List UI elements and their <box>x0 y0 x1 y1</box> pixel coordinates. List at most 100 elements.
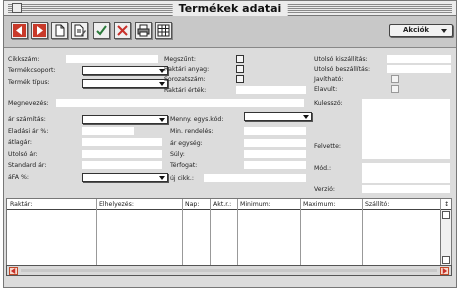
menny-egys-kod-label: Menny. egys.kód: <box>170 116 224 123</box>
min-rendeles-field[interactable] <box>244 127 306 135</box>
horizontal-scrollbar[interactable] <box>6 265 452 276</box>
chevron-down-icon <box>159 118 165 122</box>
table-view-button[interactable] <box>155 22 172 39</box>
utolso-kiszallitas-field[interactable] <box>387 55 451 63</box>
product-data-window: Termékek adatai Akciók Cikkszám: Termékc… <box>3 0 457 288</box>
utolso-ar-field[interactable] <box>82 150 162 158</box>
scroll-left-icon[interactable] <box>9 267 18 275</box>
terfogat-field[interactable] <box>244 161 306 169</box>
column-divider <box>300 199 301 265</box>
scroll-up-icon[interactable] <box>442 211 450 219</box>
new-document-button[interactable] <box>51 22 68 39</box>
col-sort-icon[interactable]: ↕ <box>444 201 449 208</box>
col-akt-r[interactable]: Akt.r.: <box>213 201 231 208</box>
grid-icon <box>157 24 170 37</box>
col-elhelyezes[interactable]: Elhelyezés: <box>99 201 134 208</box>
raktari-ertek-field[interactable] <box>236 86 306 94</box>
column-divider <box>362 199 363 265</box>
termek-tipus-select[interactable] <box>82 79 168 88</box>
menny-egys-kod-select[interactable] <box>244 112 312 121</box>
elavult-label: Elavult: <box>314 86 338 93</box>
cikkszam-label: Cikkszám: <box>8 56 40 63</box>
elavult-checkbox[interactable] <box>391 85 399 93</box>
megnevezes-field[interactable] <box>56 99 304 107</box>
prev-arrow-icon <box>13 24 26 37</box>
terfogat-label: Térfogat: <box>170 162 198 169</box>
col-szallito[interactable]: Szállító: <box>365 201 389 208</box>
suly-label: Súly: <box>170 151 185 158</box>
kulesszo-label: Kulesszó: <box>314 100 343 107</box>
check-icon <box>96 25 107 36</box>
raktari-anyag-label: Raktári anyag: <box>164 66 210 73</box>
scroll-down-icon[interactable] <box>442 256 450 264</box>
chevron-down-icon <box>441 29 447 33</box>
raktari-ertek-label: Raktári érték: <box>164 87 207 94</box>
termek-tipus-label: Termék típus: <box>8 79 50 86</box>
atlagar-label: átlagár: <box>8 139 32 146</box>
column-divider <box>182 199 183 265</box>
table-header: Raktár: Elhelyezés: Nap: Akt.r.: Minimum… <box>7 199 451 210</box>
afa-label: áFA %: <box>8 174 29 181</box>
delete-button[interactable] <box>114 22 131 39</box>
prev-record-button[interactable] <box>11 22 28 39</box>
chevron-down-icon <box>159 176 165 180</box>
col-raktar[interactable]: Raktár: <box>10 201 32 208</box>
scroll-right-icon[interactable] <box>440 267 449 275</box>
close-box[interactable] <box>12 3 22 13</box>
raktari-anyag-checkbox[interactable] <box>236 65 244 73</box>
termekcsoport-label: Termékcsoport: <box>8 67 56 74</box>
confirm-button[interactable] <box>93 22 110 39</box>
actions-dropdown[interactable]: Akciók <box>389 24 453 37</box>
verzio-label: Verzió: <box>314 186 335 193</box>
megszunt-label: Megszűnt: <box>164 56 196 63</box>
edit-icon <box>74 24 86 37</box>
print-icon <box>137 24 150 37</box>
sorozatszam-checkbox[interactable] <box>236 75 244 83</box>
javithato-label: Javítható: <box>314 76 344 83</box>
ar-szamitas-select[interactable] <box>82 115 168 124</box>
ar-szamitas-label: ár számítás: <box>8 116 46 123</box>
col-minimum[interactable]: Minimum: <box>240 201 271 208</box>
utolso-beszallitas-field[interactable] <box>387 65 451 73</box>
col-nap[interactable]: Nap: <box>185 201 199 208</box>
next-record-button[interactable] <box>31 22 48 39</box>
eladasi-ar-label: Eladási ár %: <box>8 128 49 135</box>
print-button[interactable] <box>135 22 152 39</box>
megszunt-checkbox[interactable] <box>236 55 244 63</box>
utolso-kiszallitas-label: Utolsó kiszállítás: <box>314 56 368 63</box>
cikkszam-field[interactable] <box>66 55 158 63</box>
standard-ar-field[interactable] <box>82 161 162 169</box>
product-form: Cikkszám: Termékcsoport: Termék típus: M… <box>4 49 456 197</box>
termekcsoport-select[interactable] <box>82 66 168 75</box>
title-bar[interactable]: Termékek adatai <box>4 1 456 16</box>
ar-egyseg-label: ár egység: <box>170 140 203 147</box>
utolso-beszallitas-label: Utolsó beszállítás: <box>314 66 371 73</box>
chevron-down-icon <box>303 115 309 119</box>
mod-label: Mód.: <box>314 165 332 172</box>
left-triangle-icon <box>10 268 16 274</box>
atlagar-field[interactable] <box>82 138 162 146</box>
scroll-track[interactable] <box>21 269 437 272</box>
col-maximum[interactable]: Maximum: <box>303 201 336 208</box>
ar-egyseg-field[interactable] <box>244 139 306 147</box>
javithato-checkbox[interactable] <box>391 75 399 83</box>
uj-cikk-field[interactable] <box>204 174 306 182</box>
window-title: Termékek adatai <box>172 1 288 16</box>
vertical-scrollbar[interactable] <box>440 210 451 265</box>
kulesszo-field[interactable] <box>362 99 450 159</box>
toolbar: Akciók <box>4 16 456 48</box>
eladasi-ar-field[interactable] <box>82 127 134 135</box>
sorozatszam-label: Sorozatszám: <box>164 76 206 83</box>
actions-label: Akciók <box>403 26 430 34</box>
column-divider <box>237 199 238 265</box>
afa-select[interactable] <box>82 173 168 182</box>
mod-field[interactable] <box>362 163 450 183</box>
new-doc-icon <box>55 24 65 37</box>
edit-button[interactable] <box>71 22 88 39</box>
min-rendeles-label: Min. rendelés: <box>170 128 214 135</box>
next-arrow-icon <box>33 24 46 37</box>
verzio-field[interactable] <box>362 185 450 193</box>
delete-icon <box>117 25 128 36</box>
megnevezes-label: Megnevezés: <box>8 100 49 107</box>
suly-field[interactable] <box>244 150 306 158</box>
